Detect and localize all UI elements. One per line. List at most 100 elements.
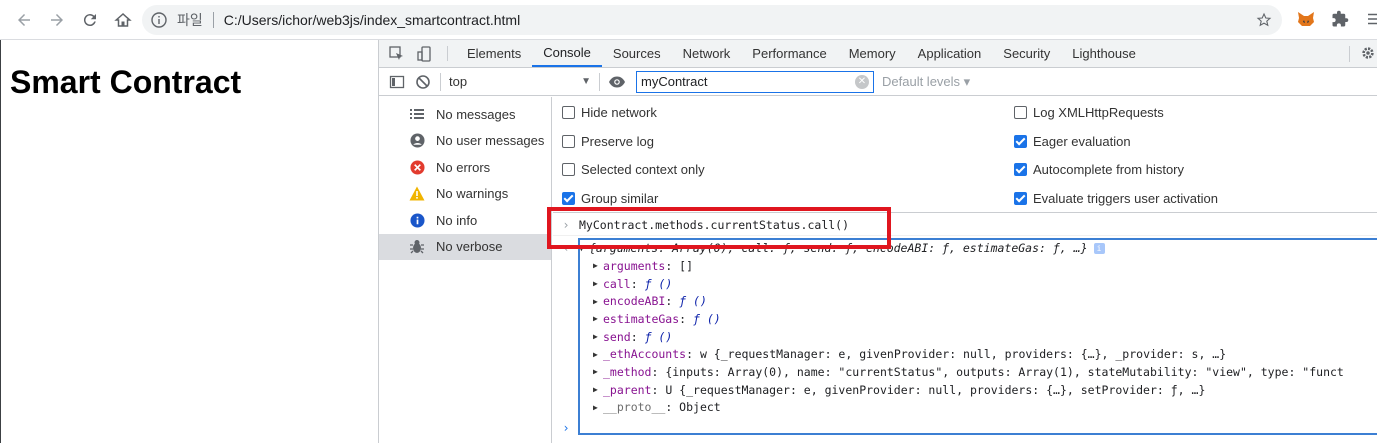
user-icon xyxy=(409,133,425,149)
back-button[interactable] xyxy=(10,6,38,34)
address-separator xyxy=(212,12,214,28)
device-icon xyxy=(417,45,431,62)
devtools-panel: Elements Console Sources Network Perform… xyxy=(378,40,1377,443)
checkbox-checked[interactable] xyxy=(1014,135,1027,148)
result-outline-box xyxy=(578,238,1377,435)
clear-console-button[interactable] xyxy=(410,69,436,95)
bookmark-star-icon[interactable] xyxy=(1256,12,1272,28)
setting-label: Eager evaluation xyxy=(1033,134,1131,149)
sidebar-item-label: No info xyxy=(436,212,478,228)
reload-button[interactable] xyxy=(76,6,104,34)
error-icon xyxy=(409,159,425,175)
toolbar-divider-2 xyxy=(599,72,600,91)
home-button[interactable] xyxy=(109,6,137,34)
bug-icon xyxy=(409,239,425,255)
browser-toolbar: 파일 C:/Users/ichor/web3js/index_smartcont… xyxy=(0,0,1377,40)
tab-sources[interactable]: Sources xyxy=(602,40,672,67)
checkbox[interactable] xyxy=(562,135,575,148)
console-main: Hide network Preserve log Selected conte… xyxy=(547,97,1377,443)
sidebar-item-label: No user messages xyxy=(436,133,545,149)
setting-label: Autocomplete from history xyxy=(1033,162,1185,177)
address-bar[interactable]: 파일 C:/Users/ichor/web3js/index_smartcont… xyxy=(142,5,1282,35)
setting-evaluate-triggers[interactable]: Evaluate triggers user activation xyxy=(1014,191,1218,206)
home-icon xyxy=(114,12,132,27)
chevron-down-icon: ▼ xyxy=(581,76,591,87)
back-arrow-icon xyxy=(18,13,30,26)
setting-label: Evaluate triggers user activation xyxy=(1033,191,1218,206)
url-text[interactable]: C:/Users/ichor/web3js/index_smartcontrac… xyxy=(224,12,520,28)
console-toolbar: top ▼ myContract ✕ Default levels ▾ xyxy=(379,68,1377,96)
context-value: top xyxy=(449,74,468,89)
site-info-icon[interactable] xyxy=(151,12,167,28)
checkbox[interactable] xyxy=(1014,106,1027,119)
tab-application[interactable]: Application xyxy=(907,40,993,67)
page-heading: Smart Contract xyxy=(10,64,242,100)
sidebar-toggle-button[interactable] xyxy=(384,69,410,95)
checkbox-checked[interactable] xyxy=(1014,192,1027,205)
context-select[interactable]: top ▼ xyxy=(445,71,595,93)
sidebar-item-label: No messages xyxy=(436,106,516,122)
checkbox-checked[interactable] xyxy=(1014,163,1027,176)
extensions-area xyxy=(1295,8,1377,30)
sidebar-item-info[interactable]: No info xyxy=(379,207,551,234)
setting-label: Log XMLHttpRequests xyxy=(1033,105,1164,120)
file-scheme-label: 파일 xyxy=(177,12,203,28)
clear-block-icon xyxy=(416,74,430,89)
tab-elements[interactable]: Elements xyxy=(456,40,532,67)
setting-group-similar[interactable]: Group similar xyxy=(562,191,658,206)
sidebar-item-user-messages[interactable]: No user messages xyxy=(379,128,551,155)
metamask-fox-icon[interactable] xyxy=(1295,8,1317,30)
setting-selected-context-only[interactable]: Selected context only xyxy=(562,162,705,177)
sidebar-item-label: No warnings xyxy=(436,186,509,202)
extensions-puzzle-icon[interactable] xyxy=(1329,8,1351,30)
tab-console[interactable]: Console xyxy=(532,40,602,67)
tab-memory[interactable]: Memory xyxy=(838,40,907,67)
filter-value: myContract xyxy=(641,74,708,89)
tab-network[interactable]: Network xyxy=(672,40,742,67)
setting-label: Group similar xyxy=(581,191,659,206)
live-expression-button[interactable] xyxy=(604,69,630,95)
console-body: No messages No user messages No errors N… xyxy=(379,97,1377,443)
red-highlight-box xyxy=(547,207,891,249)
info-icon xyxy=(409,212,425,228)
warning-icon xyxy=(409,186,425,202)
device-toolbar-button[interactable] xyxy=(411,40,439,67)
sidebar-item-warnings[interactable]: No warnings xyxy=(379,181,551,208)
menu-lines-icon[interactable] xyxy=(1363,8,1377,30)
list-icon xyxy=(409,106,425,122)
checkbox[interactable] xyxy=(562,106,575,119)
sidebar-item-label: No errors xyxy=(436,159,491,175)
sidebar-item-verbose[interactable]: No verbose xyxy=(379,233,551,260)
setting-label: Preserve log xyxy=(581,134,654,149)
inspect-element-button[interactable] xyxy=(383,40,411,67)
setting-autocomplete-history[interactable]: Autocomplete from history xyxy=(1014,162,1184,177)
setting-hide-network[interactable]: Hide network xyxy=(562,105,657,120)
tab-performance[interactable]: Performance xyxy=(741,40,837,67)
checkbox[interactable] xyxy=(562,163,575,176)
sidebar-item-errors[interactable]: No errors xyxy=(379,154,551,181)
prompt-chevron-icon: › xyxy=(562,421,570,435)
tab-security[interactable]: Security xyxy=(992,40,1061,67)
forward-arrow-icon xyxy=(51,13,63,26)
sidebar-toggle-icon xyxy=(389,75,405,88)
sidebar-item-label: No verbose xyxy=(436,239,503,255)
console-sidebar: No messages No user messages No errors N… xyxy=(379,97,552,443)
setting-log-xmlhttprequests[interactable]: Log XMLHttpRequests xyxy=(1014,105,1164,120)
eye-icon xyxy=(609,76,625,87)
setting-eager-evaluation[interactable]: Eager evaluation xyxy=(1014,134,1131,149)
sidebar-item-messages[interactable]: No messages xyxy=(379,101,551,128)
clear-filter-icon[interactable]: ✕ xyxy=(855,74,869,89)
settings-gear-icon[interactable] xyxy=(1361,46,1375,63)
console-settings-pane: Hide network Preserve log Selected conte… xyxy=(553,97,1377,213)
tab-lighthouse[interactable]: Lighthouse xyxy=(1061,40,1147,67)
log-levels-dropdown[interactable]: Default levels ▾ xyxy=(882,74,970,90)
setting-preserve-log[interactable]: Preserve log xyxy=(562,134,654,149)
tab-separator-end xyxy=(1349,46,1350,62)
console-filter-input[interactable]: myContract ✕ xyxy=(636,70,874,93)
setting-label: Selected context only xyxy=(581,162,705,177)
forward-button[interactable] xyxy=(43,6,71,34)
page-viewport: Smart Contract xyxy=(0,40,378,443)
console-prompt[interactable]: › xyxy=(553,419,579,437)
checkbox-checked[interactable] xyxy=(562,192,575,205)
setting-label: Hide network xyxy=(581,105,657,120)
